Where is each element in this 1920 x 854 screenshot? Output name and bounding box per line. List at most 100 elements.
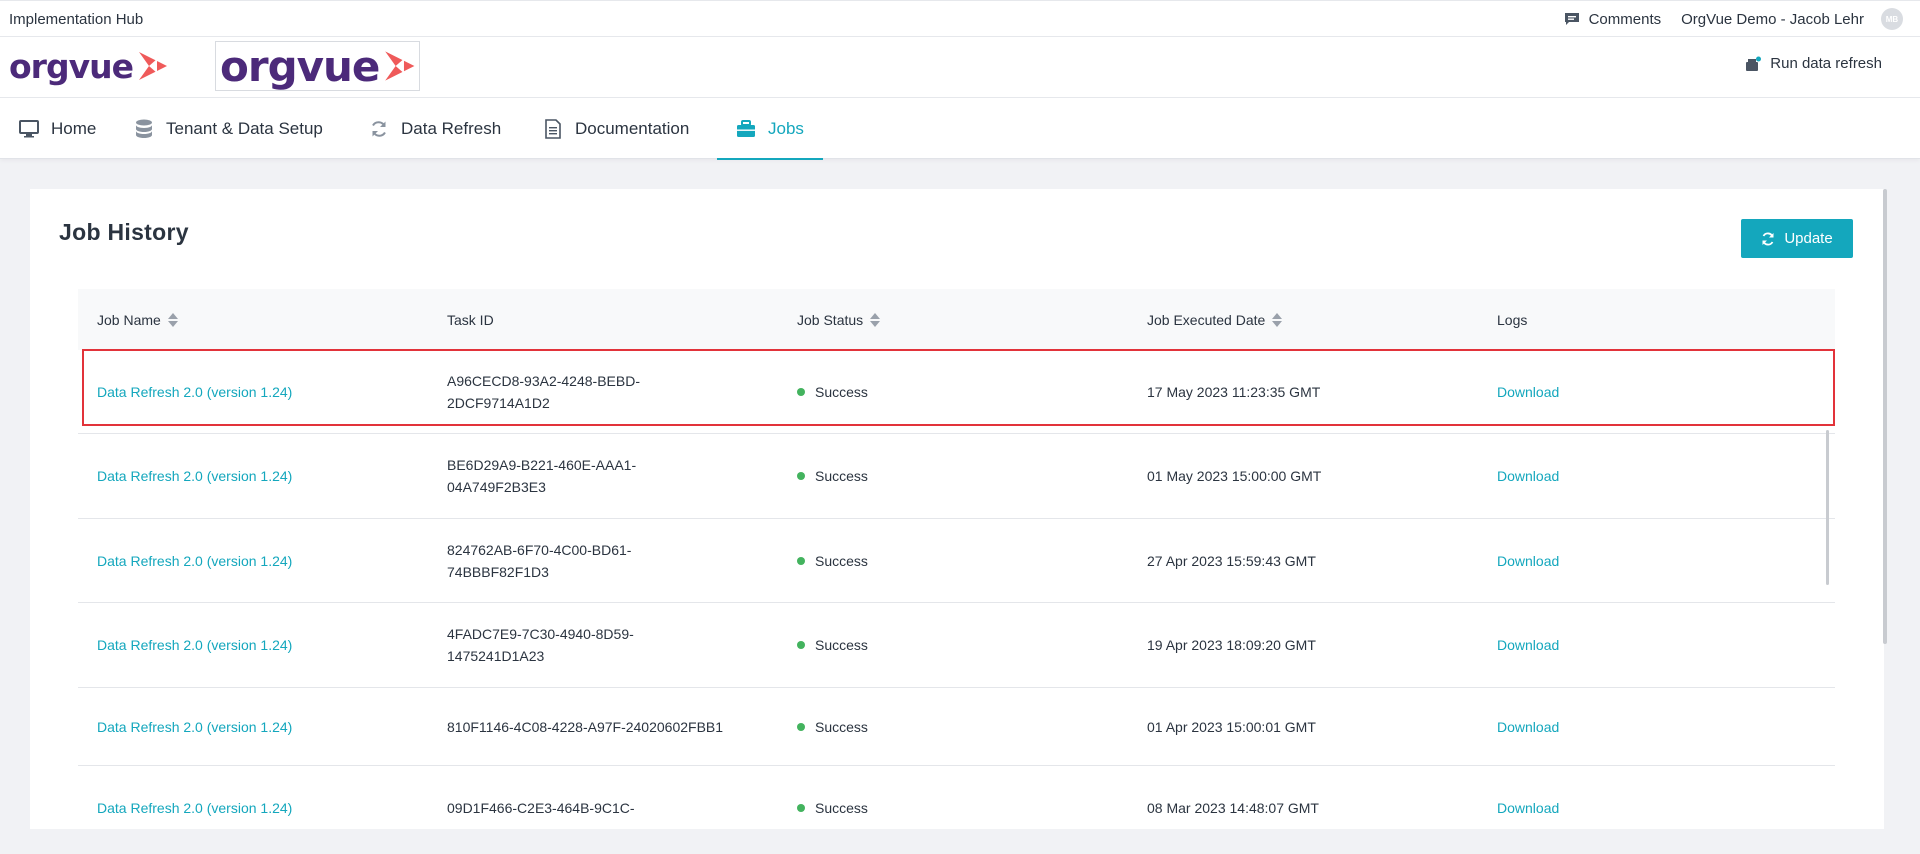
executed-date-cell: 19 Apr 2023 18:09:20 GMT [1147,637,1316,653]
avatar[interactable]: MB [1881,8,1903,30]
refresh-icon [369,119,389,139]
document-icon [543,118,563,139]
task-id-line: BE6D29A9-B221-460E-AAA1- [447,457,637,473]
executed-date-cell: 17 May 2023 11:23:35 GMT [1147,383,1321,400]
tab-jobs[interactable]: Jobs [717,98,823,160]
task-id-cell: 824762AB-6F70-4C00-BD61- 74BBBF82F1D3 [447,519,777,602]
tab-home-label: Home [51,118,97,138]
download-log-link[interactable]: Download [1497,688,1559,765]
column-header-label: Task ID [447,311,494,328]
task-id-cell: 810F1146-4C08-4228-A97F-24020602FBB1 [447,688,787,765]
status-cell: Success [797,519,868,602]
data-refresh-icon [1745,56,1762,72]
job-name-link[interactable]: Data Refresh 2.0 (version 1.24) [97,434,292,518]
table-row: Data Refresh 2.0 (version 1.24) 824762AB… [78,519,1835,603]
status-label: Success [815,637,868,653]
top-bar: Implementation Hub Comments OrgVue Demo … [0,0,1920,37]
success-dot-icon [797,556,805,565]
database-icon [134,119,154,139]
main-nav: Home Tenant & Data Setup Data Refresh Do… [0,98,1920,160]
status-cell: Success [797,350,868,433]
comment-icon [1564,13,1579,25]
status-label: Success [815,468,868,484]
job-name-link[interactable]: Data Refresh 2.0 (version 1.24) [97,766,292,829]
executed-date-cell: 01 Apr 2023 15:00:01 GMT [1147,718,1316,735]
sort-icon[interactable] [167,312,178,328]
logo-wordmark: orgvue [9,46,134,86]
orgvue-logo: orgvue [9,44,171,88]
status-cell: Success [797,766,868,829]
table-scrollbar[interactable] [1826,430,1829,585]
status-cell: Success [797,688,868,765]
download-log-link[interactable]: Download [1497,350,1559,433]
refresh-icon [1762,232,1774,245]
task-id-line: 4FADC7E9-7C30-4940-8D59- [447,626,634,642]
download-log-link[interactable]: Download [1497,766,1559,829]
status-label: Success [815,383,868,400]
task-id-cell: 4FADC7E9-7C30-4940-8D59- 1475241D1A23 [447,603,777,687]
success-dot-icon [797,722,805,731]
job-history-table: Job Name Task ID Job Status Job Executed… [78,289,1835,829]
status-cell: Success [797,434,868,518]
task-id-cell: 09D1F466-C2E3-464B-9C1C- [447,766,777,829]
success-dot-icon [797,387,805,396]
sort-icon[interactable] [870,312,881,328]
page-scrollbar[interactable] [1883,189,1887,644]
job-name-link[interactable]: Data Refresh 2.0 (version 1.24) [97,688,292,765]
task-id-line: 1475241D1A23 [447,648,545,664]
column-header-job-executed-date[interactable]: Job Executed Date [1147,289,1283,350]
comments-button[interactable]: Comments [1564,10,1662,28]
update-button[interactable]: Update [1741,219,1853,258]
tab-tenant-data-setup[interactable]: Tenant & Data Setup [134,98,323,159]
column-header-label: Job Name [97,311,161,328]
logo-bar: orgvue orgvue Run data refresh [0,37,1920,98]
job-name-link[interactable]: Data Refresh 2.0 (version 1.24) [97,350,292,433]
task-id-line: A96CECD8-93A2-4248-BEBD- [447,372,640,389]
success-dot-icon [797,472,805,480]
comments-label: Comments [1588,10,1662,28]
page-title: Job History [59,219,189,245]
column-header-logs: Logs [1497,289,1527,350]
sort-icon[interactable] [1272,312,1283,328]
job-name-link[interactable]: Data Refresh 2.0 (version 1.24) [97,519,292,602]
download-log-link[interactable]: Download [1497,519,1559,602]
job-name-link[interactable]: Data Refresh 2.0 (version 1.24) [97,603,292,687]
success-dot-icon [797,641,805,649]
tab-data-refresh-label: Data Refresh [401,118,502,138]
executed-date-cell: 01 May 2023 15:00:00 GMT [1147,468,1322,484]
logo-mark-icon [138,52,167,80]
task-id-line: 824762AB-6F70-4C00-BD61- [447,541,632,558]
logo-wordmark-large: orgvue [220,41,380,91]
column-header-label: Job Executed Date [1147,311,1266,328]
run-data-refresh-label: Run data refresh [1770,55,1882,72]
table-row: Data Refresh 2.0 (version 1.24) 09D1F466… [78,766,1835,829]
tab-documentation[interactable]: Documentation [543,98,689,159]
column-header-job-status[interactable]: Job Status [797,289,881,350]
tab-jobs-label: Jobs [768,118,804,138]
user-name[interactable]: OrgVue Demo - Jacob Lehr [1681,11,1864,28]
column-header-label: Logs [1497,311,1528,328]
briefcase-icon [736,119,756,139]
task-id-line: 810F1146-4C08-4228-A97F-24020602FBB1 [447,718,724,735]
table-header: Job Name Task ID Job Status Job Executed… [78,289,1835,350]
table-row: Data Refresh 2.0 (version 1.24) BE6D29A9… [78,434,1835,519]
table-row: Data Refresh 2.0 (version 1.24) 4FADC7E9… [78,603,1835,688]
task-id-line: 04A749F2B3E3 [447,479,546,495]
tab-home[interactable]: Home [19,98,96,159]
table-row: Data Refresh 2.0 (version 1.24) A96CECD8… [78,350,1835,434]
status-label: Success [815,552,868,569]
tab-tenant-data-setup-label: Tenant & Data Setup [166,118,323,138]
run-data-refresh-button[interactable]: Run data refresh [1745,55,1882,72]
task-id-line: 09D1F466-C2E3-464B-9C1C- [447,800,635,816]
tab-data-refresh[interactable]: Data Refresh [369,98,501,159]
download-log-link[interactable]: Download [1497,434,1559,518]
executed-date-cell: 08 Mar 2023 14:48:07 GMT [1147,800,1319,816]
download-log-link[interactable]: Download [1497,603,1559,687]
status-label: Success [815,718,868,735]
task-id-cell: A96CECD8-93A2-4248-BEBD- 2DCF9714A1D2 [447,350,777,433]
column-header-job-name[interactable]: Job Name [97,289,178,350]
status-label: Success [815,800,868,816]
status-cell: Success [797,603,868,687]
success-dot-icon [797,804,805,812]
table-row: Data Refresh 2.0 (version 1.24) 810F1146… [78,688,1835,766]
